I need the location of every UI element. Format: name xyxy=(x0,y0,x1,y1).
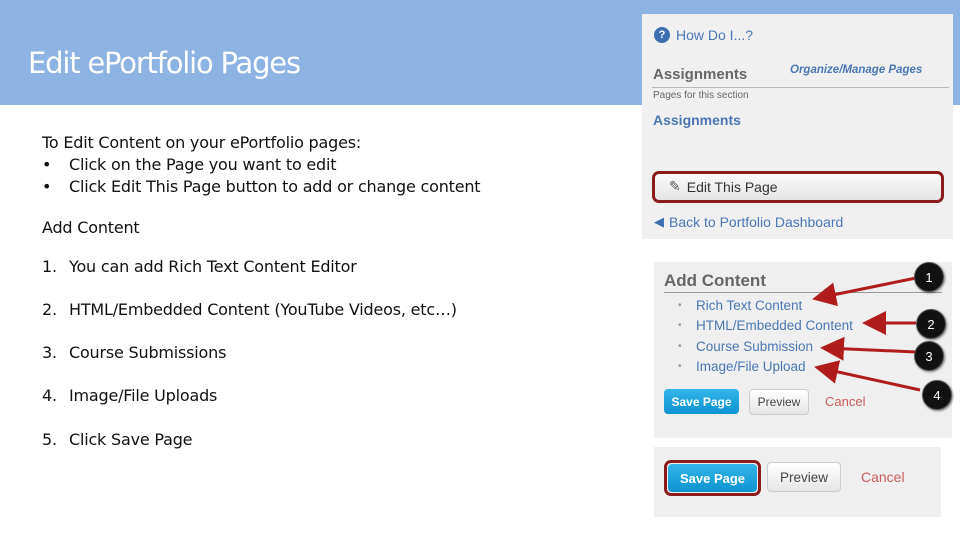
intro-block: To Edit Content on your ePortfolio pages… xyxy=(42,132,481,198)
intro-bullet: • Click Edit This Page button to add or … xyxy=(42,176,481,198)
add-content-title: Add Content xyxy=(664,271,766,290)
add-rich-text-link[interactable]: • Rich Text Content xyxy=(678,295,853,316)
step-text: You can add Rich Text Content Editor xyxy=(69,257,357,276)
intro-heading: To Edit Content on your ePortfolio pages… xyxy=(42,133,362,152)
pages-caption: Pages for this section xyxy=(653,90,749,101)
add-content-heading: Add Content xyxy=(42,218,140,237)
add-content-list: • Rich Text Content • HTML/Embedded Cont… xyxy=(678,295,853,377)
page-link-assignments[interactable]: Assignments xyxy=(653,112,741,128)
back-link-label: Back to Portfolio Dashboard xyxy=(669,214,844,230)
callout-1: 1 xyxy=(914,262,944,292)
save-page-button[interactable]: Save Page xyxy=(668,464,757,492)
step-text: Image/File Uploads xyxy=(69,386,218,405)
item-label: Image/File Upload xyxy=(696,359,806,375)
cancel-link[interactable]: Cancel xyxy=(861,469,905,485)
add-html-embedded-link[interactable]: • HTML/Embedded Content xyxy=(678,316,853,337)
question-circle-icon: ? xyxy=(654,27,670,43)
bullet-marker: • xyxy=(678,299,682,311)
add-course-submission-link[interactable]: • Course Submission xyxy=(678,336,853,357)
step-item: 4. Image/File Uploads xyxy=(42,386,217,405)
add-image-file-upload-link[interactable]: • Image/File Upload xyxy=(678,357,853,378)
step-item: 2. HTML/Embedded Content (YouTube Videos… xyxy=(42,300,457,319)
edit-button-content: ✎ Edit This Page xyxy=(669,178,778,195)
cancel-link[interactable]: Cancel xyxy=(825,394,865,409)
step-number: 1. xyxy=(42,257,57,276)
section-title: Assignments xyxy=(653,66,748,83)
step-text: Course Submissions xyxy=(69,343,227,362)
bullet-text: Click on the Page you want to edit xyxy=(69,155,337,174)
bullet-marker: • xyxy=(42,155,52,174)
step-item: 3. Course Submissions xyxy=(42,343,226,362)
bullet-marker: • xyxy=(678,361,682,373)
step-number: 4. xyxy=(42,386,57,405)
callout-4: 4 xyxy=(922,380,952,410)
preview-button[interactable]: Preview xyxy=(749,389,809,415)
item-label: HTML/Embedded Content xyxy=(696,318,853,334)
save-page-screenshot: Save Page Preview Cancel xyxy=(654,447,941,517)
item-label: Rich Text Content xyxy=(696,297,803,313)
how-do-i-link[interactable]: ? How Do I...? xyxy=(654,27,753,43)
step-number: 2. xyxy=(42,300,57,319)
step-text: Click Save Page xyxy=(69,430,193,449)
bullet-marker: • xyxy=(678,340,682,352)
item-label: Course Submission xyxy=(696,338,814,354)
preview-button[interactable]: Preview xyxy=(767,462,841,492)
back-to-dashboard-link[interactable]: ◀ Back to Portfolio Dashboard xyxy=(654,214,843,230)
step-number: 5. xyxy=(42,430,57,449)
bullet-text: Click Edit This Page button to add or ch… xyxy=(69,177,481,196)
intro-bullet: • Click on the Page you want to edit xyxy=(42,154,480,176)
arrow-left-icon: ◀ xyxy=(654,214,664,229)
pencil-icon: ✎ xyxy=(669,178,681,194)
edit-button-label: Edit This Page xyxy=(686,178,778,195)
callout-2: 2 xyxy=(916,309,946,339)
save-page-button[interactable]: Save Page xyxy=(664,389,739,414)
callout-3: 3 xyxy=(914,341,944,371)
organize-pages-link[interactable]: Organize/Manage Pages xyxy=(790,64,922,76)
bullet-marker: • xyxy=(42,177,52,196)
sidebar-screenshot: ? How Do I...? Assignments Organize/Mana… xyxy=(642,14,953,239)
step-item: 5. Click Save Page xyxy=(42,430,193,449)
how-do-i-label: How Do I...? xyxy=(676,27,754,43)
bullet-marker: • xyxy=(678,320,682,332)
slide-title: Edit ePortfolio Pages xyxy=(28,46,301,80)
step-item: 1. You can add Rich Text Content Editor xyxy=(42,257,357,276)
divider xyxy=(664,292,942,293)
edit-this-page-button[interactable]: ✎ Edit This Page xyxy=(652,171,944,203)
add-content-screenshot: Add Content • Rich Text Content • HTML/E… xyxy=(654,262,952,438)
divider xyxy=(652,87,949,88)
step-number: 3. xyxy=(42,343,57,362)
step-text: HTML/Embedded Content (YouTube Videos, e… xyxy=(69,300,457,319)
